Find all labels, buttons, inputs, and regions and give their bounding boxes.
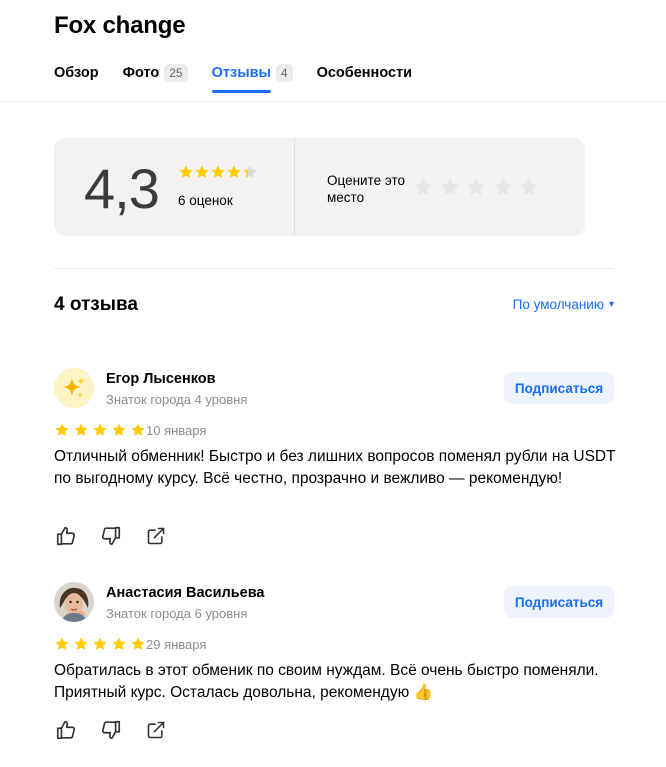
subscribe-button[interactable]: Подписаться (504, 586, 614, 618)
star-full-icon (92, 636, 108, 652)
star-full-icon (226, 164, 242, 180)
rating-score: 4,3 (84, 157, 160, 220)
review-text: Отличный обменник! Быстро и без лишних в… (54, 448, 616, 487)
review-author-level: Знаток города 4 уровня (106, 392, 248, 407)
star-full-icon (73, 636, 89, 652)
caret-down-icon: ▾ (608, 299, 614, 310)
rating-summary-card: 4,3 6 оценок Оцените это место (54, 138, 585, 236)
tab-overview[interactable]: Обзор (54, 61, 99, 85)
share-icon (147, 721, 165, 739)
tab-label: Отзывы (211, 65, 271, 81)
sparkles-icon (63, 377, 85, 398)
rate-star-1-icon[interactable] (412, 176, 434, 198)
user-photo (54, 582, 94, 622)
ratings-count: 6 оценок (178, 193, 233, 208)
review-text: Обратилась в этот обменик по своим нужда… (54, 662, 599, 701)
star-full-icon (178, 164, 194, 180)
tab-bar: Обзор Фото 25 Отзывы 4 Особенности (54, 58, 436, 93)
star-full-icon (54, 422, 70, 438)
share-button[interactable] (144, 524, 168, 548)
star-full-icon (73, 422, 89, 438)
thumbs-down-icon (101, 720, 121, 740)
rate-star-2-icon[interactable] (439, 176, 461, 198)
star-full-icon (130, 422, 146, 438)
thumbs-up-icon (56, 526, 76, 546)
star-full-icon (92, 422, 108, 438)
tab-label: Особенности (316, 65, 413, 81)
tab-label: Фото (122, 65, 160, 81)
like-button[interactable] (54, 524, 78, 548)
tab-features[interactable]: Особенности (317, 61, 412, 85)
review-stars (54, 422, 149, 438)
rating-stars (178, 164, 258, 180)
review-actions (54, 718, 189, 742)
tab-label: Обзор (54, 65, 99, 81)
rate-star-5-icon[interactable] (518, 176, 540, 198)
rate-place-stars (412, 176, 545, 198)
share-icon (147, 527, 165, 545)
star-partial-icon (242, 164, 258, 180)
section-divider (54, 268, 614, 269)
star-full-icon (130, 636, 146, 652)
review-actions (54, 524, 189, 548)
rate-prompt: Оцените это место (327, 173, 406, 205)
reviews-heading: 4 отзыва (54, 294, 138, 315)
thumbs-down-icon (101, 526, 121, 546)
review-stars (54, 636, 149, 652)
page-title: Fox change (54, 12, 186, 39)
star-full-icon (54, 636, 70, 652)
review-date: 29 января (146, 637, 207, 652)
star-full-icon (111, 422, 127, 438)
star-full-icon (111, 636, 127, 652)
rate-star-4-icon[interactable] (492, 176, 514, 198)
sort-label: По умолчанию (512, 297, 604, 312)
sort-dropdown[interactable]: По умолчанию ▾ (513, 297, 614, 312)
tab-count-badge: 4 (275, 64, 293, 82)
share-button[interactable] (144, 718, 168, 742)
review-author-level: Знаток города 6 уровня (106, 606, 248, 621)
avatar[interactable] (54, 368, 94, 408)
subscribe-button[interactable]: Подписаться (504, 372, 614, 404)
star-full-icon (194, 164, 210, 180)
card-divider (294, 138, 295, 236)
dislike-button[interactable] (99, 524, 123, 548)
tab-photos[interactable]: Фото 25 (123, 61, 188, 85)
tab-reviews[interactable]: Отзывы 4 (211, 61, 293, 93)
like-button[interactable] (54, 718, 78, 742)
star-full-icon (210, 164, 226, 180)
header-divider (0, 101, 666, 102)
dislike-button[interactable] (99, 718, 123, 742)
review-author-name[interactable]: Егор Лысенков (106, 371, 216, 387)
thumbs-up-icon (56, 720, 76, 740)
avatar[interactable] (54, 582, 94, 622)
tab-count-badge: 25 (164, 64, 188, 82)
review-date: 10 января (146, 423, 207, 438)
rate-star-3-icon[interactable] (465, 176, 487, 198)
review-author-name[interactable]: Анастасия Васильева (106, 585, 264, 601)
